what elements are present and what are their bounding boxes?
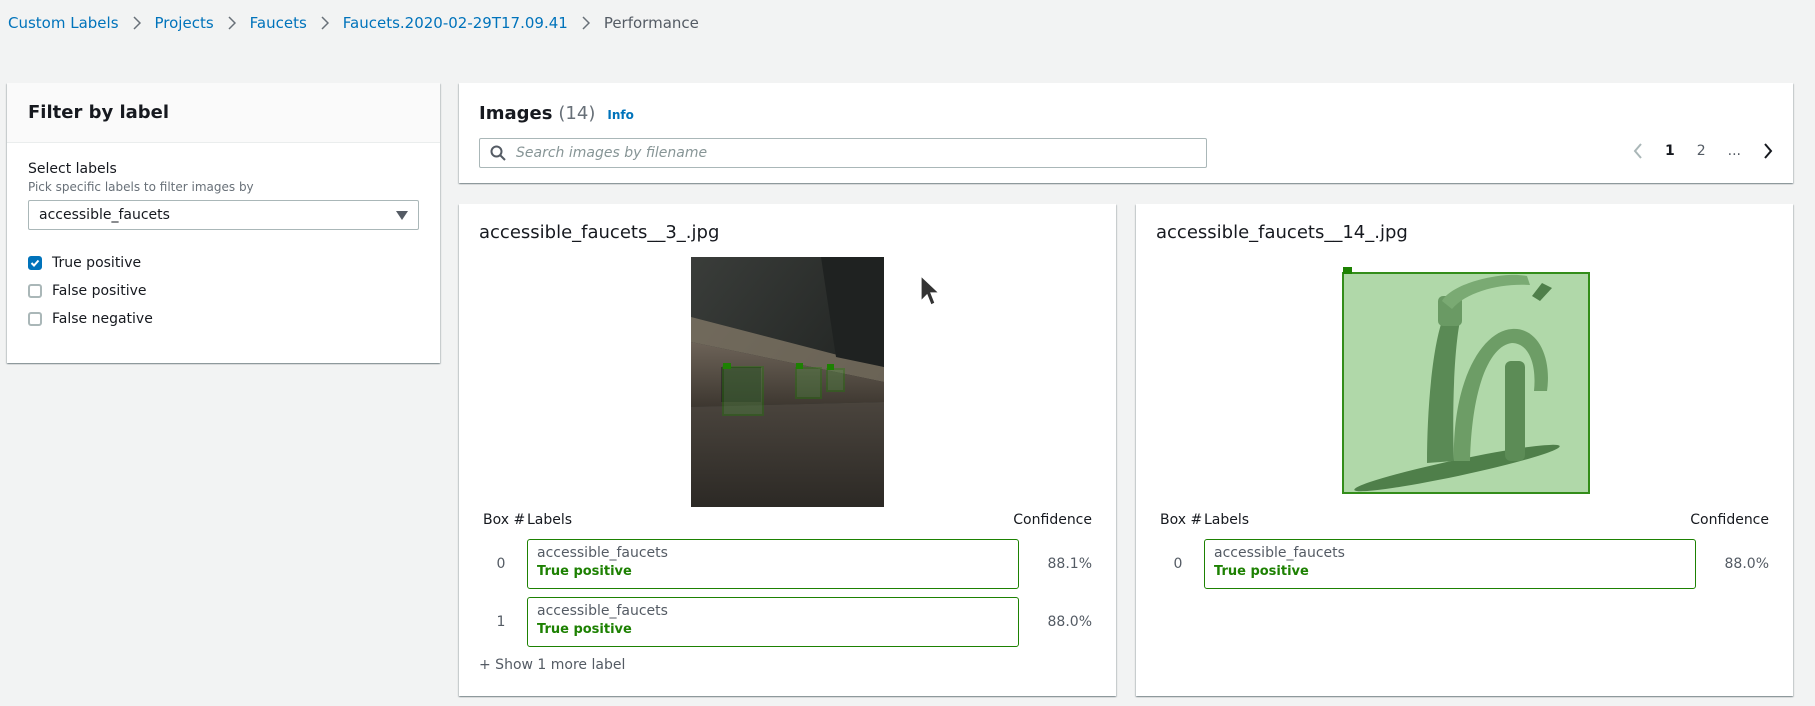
search-box[interactable] bbox=[479, 138, 1207, 168]
images-title: Images bbox=[479, 103, 553, 124]
chevron-left-icon[interactable] bbox=[1633, 143, 1643, 159]
images-count: (14) bbox=[558, 103, 596, 124]
checkbox-label: True positive bbox=[52, 255, 142, 271]
confidence-value: 88.1% bbox=[1047, 556, 1092, 572]
page-1[interactable]: 1 bbox=[1665, 143, 1675, 159]
box-number: 1 bbox=[496, 614, 506, 630]
column-header-confidence: Confidence bbox=[1690, 512, 1769, 528]
mouse-cursor-icon bbox=[920, 274, 941, 311]
label-status: True positive bbox=[537, 564, 632, 579]
label-result[interactable]: accessible_faucets True positive bbox=[1204, 539, 1696, 589]
caret-down-icon bbox=[396, 210, 408, 220]
label-name: accessible_faucets bbox=[537, 603, 668, 619]
filter-header: Filter by label bbox=[7, 83, 440, 143]
checkbox-label: False positive bbox=[52, 283, 147, 299]
column-header-box: Box # bbox=[483, 512, 526, 528]
label-result[interactable]: accessible_faucets True positive bbox=[527, 539, 1019, 589]
breadcrumb-custom-labels[interactable]: Custom Labels bbox=[8, 14, 119, 32]
label-name: accessible_faucets bbox=[537, 545, 668, 561]
filter-title: Filter by label bbox=[28, 102, 170, 123]
label-result[interactable]: accessible_faucets True positive bbox=[527, 597, 1019, 647]
table-row: 0 accessible_faucets True positive 88.0% bbox=[1156, 539, 1773, 589]
breadcrumb-faucets[interactable]: Faucets bbox=[250, 14, 307, 32]
image-filename: accessible_faucets__3_.jpg bbox=[479, 222, 720, 243]
label-select-value: accessible_faucets bbox=[39, 207, 170, 223]
page-2[interactable]: 2 bbox=[1697, 143, 1706, 159]
column-header-box: Box # bbox=[1160, 512, 1203, 528]
checkbox-checked-icon[interactable] bbox=[28, 256, 42, 270]
checkbox-label: False negative bbox=[52, 311, 153, 327]
select-labels-label: Select labels bbox=[28, 161, 117, 177]
box-number: 0 bbox=[1173, 556, 1183, 572]
image-filename: accessible_faucets__14_.jpg bbox=[1156, 222, 1408, 243]
info-link[interactable]: Info bbox=[607, 108, 633, 122]
column-header-labels: Labels bbox=[527, 512, 573, 528]
select-labels-description: Pick specific labels to filter images by bbox=[28, 180, 254, 194]
checkbox-false-negative[interactable]: False negative bbox=[28, 311, 419, 327]
filter-panel: Filter by label Select labels Pick speci… bbox=[7, 83, 440, 363]
breadcrumb-current: Performance bbox=[603, 14, 699, 32]
checkbox-unchecked-icon[interactable] bbox=[28, 284, 42, 298]
pagination: 1 2 ... bbox=[1633, 143, 1773, 159]
confidence-value: 88.0% bbox=[1724, 556, 1769, 572]
checkbox-true-positive[interactable]: True positive bbox=[28, 255, 419, 271]
chevron-right-icon bbox=[228, 16, 236, 30]
chevron-right-icon[interactable] bbox=[1763, 143, 1773, 159]
table-row: 0 accessible_faucets True positive 88.1% bbox=[479, 539, 1096, 589]
checkbox-unchecked-icon[interactable] bbox=[28, 312, 42, 326]
breadcrumb: Custom Labels Projects Faucets Faucets.2… bbox=[8, 14, 699, 32]
breadcrumb-projects[interactable]: Projects bbox=[155, 14, 214, 32]
checkbox-false-positive[interactable]: False positive bbox=[28, 283, 419, 299]
label-name: accessible_faucets bbox=[1214, 545, 1345, 561]
column-header-confidence: Confidence bbox=[1013, 512, 1092, 528]
label-select[interactable]: accessible_faucets bbox=[28, 200, 419, 230]
chevron-right-icon bbox=[132, 16, 141, 30]
confidence-value: 88.0% bbox=[1047, 614, 1092, 630]
images-panel: Images (14) Info 1 2 ... bbox=[459, 83, 1793, 183]
image-card: accessible_faucets__14_.jpg Box # Labels… bbox=[1136, 204, 1793, 696]
faucet-image[interactable] bbox=[691, 257, 884, 511]
image-card: accessible_faucets__3_.jpg Box # Labels … bbox=[459, 204, 1116, 696]
chevron-right-icon bbox=[321, 16, 329, 30]
box-number: 0 bbox=[496, 556, 506, 572]
chevron-right-icon bbox=[582, 16, 590, 30]
show-more-labels-link[interactable]: + Show 1 more label bbox=[479, 657, 625, 673]
search-icon bbox=[490, 145, 506, 161]
breadcrumb-model-version[interactable]: Faucets.2020-02-29T17.09.41 bbox=[343, 14, 568, 32]
table-row: 1 accessible_faucets True positive 88.0% bbox=[479, 597, 1096, 647]
column-header-labels: Labels bbox=[1204, 512, 1250, 528]
label-status: True positive bbox=[1214, 564, 1309, 579]
label-status: True positive bbox=[537, 622, 632, 637]
page-ellipsis: ... bbox=[1727, 143, 1741, 159]
faucet-image[interactable] bbox=[1342, 261, 1592, 500]
search-input[interactable] bbox=[514, 144, 1206, 162]
